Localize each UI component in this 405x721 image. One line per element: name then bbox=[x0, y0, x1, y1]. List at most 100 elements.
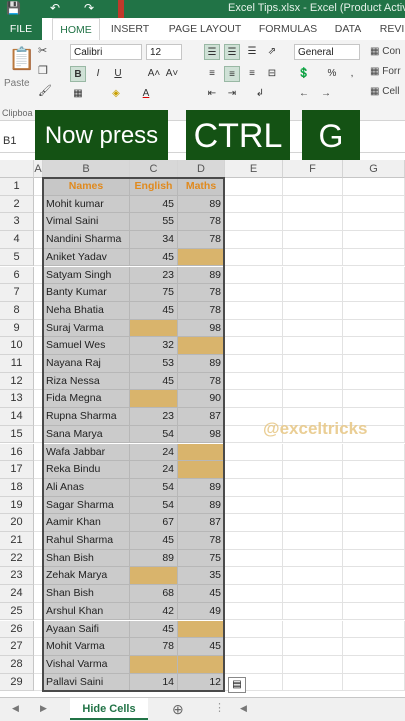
cell-english[interactable]: 32 bbox=[130, 337, 178, 355]
cell-name[interactable]: Sagar Sharma bbox=[43, 496, 130, 515]
font-color-icon[interactable]: A bbox=[138, 86, 154, 102]
row-header[interactable]: 11 bbox=[0, 355, 34, 373]
cell-name[interactable]: Suraj Varma bbox=[43, 319, 130, 338]
cell-col-a[interactable] bbox=[34, 620, 43, 639]
cell-name[interactable]: Nayana Raj bbox=[43, 355, 130, 373]
cell-blank[interactable] bbox=[283, 178, 343, 196]
tab-insert[interactable]: INSERT bbox=[104, 18, 156, 40]
cell-name[interactable]: Fida Megna bbox=[43, 390, 130, 409]
cell-blank[interactable] bbox=[343, 514, 405, 532]
row-header[interactable]: 4 bbox=[0, 231, 34, 249]
cell-blank[interactable] bbox=[283, 443, 343, 462]
decrease-indent-icon[interactable]: ⇤ bbox=[204, 86, 220, 102]
row-header[interactable]: 24 bbox=[0, 585, 34, 603]
cell-blank[interactable] bbox=[343, 532, 405, 550]
grow-font-icon[interactable]: A˄ bbox=[146, 66, 162, 82]
cell-blank[interactable] bbox=[343, 213, 405, 232]
cell-col-a[interactable] bbox=[34, 231, 43, 249]
cell-name[interactable]: Aniket Yadav bbox=[43, 248, 130, 267]
cell-blank[interactable] bbox=[225, 549, 283, 568]
next-sheet-icon[interactable]: ▶ bbox=[40, 703, 47, 714]
cell-name[interactable]: Satyam Singh bbox=[43, 266, 130, 285]
cut-icon[interactable]: ✂ bbox=[38, 44, 47, 57]
cell-col-a[interactable] bbox=[34, 319, 43, 338]
cell-english[interactable]: 24 bbox=[130, 443, 178, 462]
cell-blank[interactable] bbox=[283, 231, 343, 249]
cell-english[interactable] bbox=[130, 567, 178, 586]
cell-blank[interactable] bbox=[343, 390, 405, 409]
cell-blank[interactable] bbox=[283, 390, 343, 409]
copy-icon[interactable]: ❐ bbox=[38, 64, 48, 77]
cell-blank[interactable] bbox=[283, 248, 343, 267]
cell-maths[interactable]: 78 bbox=[178, 213, 225, 232]
cell-name[interactable]: Rahul Sharma bbox=[43, 532, 130, 550]
cell-blank[interactable] bbox=[343, 461, 405, 479]
cell-blank[interactable] bbox=[283, 478, 343, 497]
cell-blank[interactable] bbox=[343, 602, 405, 621]
cell-blank[interactable] bbox=[283, 319, 343, 338]
increase-indent-icon[interactable]: ⇥ bbox=[224, 86, 240, 102]
cell-blank[interactable] bbox=[283, 195, 343, 214]
cell-blank[interactable] bbox=[343, 319, 405, 338]
cell-name[interactable]: Banty Kumar bbox=[43, 284, 130, 302]
cell-english[interactable]: 14 bbox=[130, 673, 178, 692]
cell-maths[interactable]: 78 bbox=[178, 532, 225, 550]
cell-maths[interactable] bbox=[178, 248, 225, 267]
cell-blank[interactable] bbox=[343, 585, 405, 603]
cell-maths[interactable]: 49 bbox=[178, 602, 225, 621]
select-all-corner[interactable] bbox=[0, 160, 34, 178]
cell-english[interactable]: 54 bbox=[130, 478, 178, 497]
cell-col-a[interactable] bbox=[34, 602, 43, 621]
cell-blank[interactable] bbox=[225, 284, 283, 302]
cell-maths[interactable]: 87 bbox=[178, 514, 225, 532]
column-header-b[interactable]: B bbox=[43, 160, 130, 178]
cell-blank[interactable] bbox=[343, 355, 405, 373]
cell-name[interactable]: Arshul Khan bbox=[43, 602, 130, 621]
cell-blank[interactable] bbox=[225, 655, 283, 674]
cell-name[interactable]: Zehak Marya bbox=[43, 567, 130, 586]
cell-blank[interactable] bbox=[225, 602, 283, 621]
cell-english[interactable]: 42 bbox=[130, 602, 178, 621]
cell-english[interactable]: 45 bbox=[130, 195, 178, 214]
tab-formulas[interactable]: FORMULAS bbox=[252, 18, 324, 40]
cell-english[interactable]: 45 bbox=[130, 372, 178, 391]
align-top-icon[interactable]: ☰ bbox=[204, 44, 220, 60]
cell-blank[interactable] bbox=[343, 496, 405, 515]
cell-maths[interactable] bbox=[178, 443, 225, 462]
cell-name[interactable]: Nandini Sharma bbox=[43, 231, 130, 249]
cell-col-a[interactable] bbox=[34, 425, 43, 444]
cell-col-a[interactable] bbox=[34, 673, 43, 692]
align-left-icon[interactable]: ≡ bbox=[204, 66, 220, 82]
cell-maths[interactable]: 89 bbox=[178, 496, 225, 515]
cell-col-a[interactable] bbox=[34, 284, 43, 302]
cell-blank[interactable] bbox=[225, 266, 283, 285]
row-header-1[interactable]: 1 bbox=[0, 178, 34, 196]
cell-col-a[interactable] bbox=[34, 408, 43, 426]
cell-blank[interactable] bbox=[283, 549, 343, 568]
row-header[interactable]: 10 bbox=[0, 337, 34, 355]
cell-blank[interactable] bbox=[225, 567, 283, 586]
cell-blank[interactable] bbox=[283, 620, 343, 639]
cell-maths[interactable] bbox=[178, 461, 225, 479]
format-painter-icon[interactable]: 🖌 bbox=[38, 84, 52, 97]
fill-color-icon[interactable]: ◈ bbox=[108, 86, 124, 102]
cell-name[interactable]: Rupna Sharma bbox=[43, 408, 130, 426]
cell-name[interactable]: Mohit Varma bbox=[43, 638, 130, 656]
cell-blank[interactable] bbox=[283, 266, 343, 285]
cell-blank[interactable] bbox=[283, 461, 343, 479]
cell-blank[interactable] bbox=[225, 301, 283, 320]
row-header[interactable]: 18 bbox=[0, 478, 34, 497]
font-size-select[interactable]: 12 bbox=[146, 44, 182, 60]
cell-maths[interactable] bbox=[178, 620, 225, 639]
tab-file[interactable]: FILE bbox=[0, 18, 42, 40]
cell-blank[interactable] bbox=[225, 496, 283, 515]
cell-english[interactable]: 54 bbox=[130, 425, 178, 444]
format-as-table-button[interactable]: ▦ Forr bbox=[370, 66, 401, 77]
row-header[interactable]: 26 bbox=[0, 620, 34, 639]
cell-blank[interactable] bbox=[283, 301, 343, 320]
cell-a1[interactable] bbox=[34, 178, 43, 196]
cell-english[interactable]: 34 bbox=[130, 231, 178, 249]
align-center-icon[interactable]: ≡ bbox=[224, 66, 240, 82]
cell-maths[interactable]: 78 bbox=[178, 284, 225, 302]
shrink-font-icon[interactable]: A˅ bbox=[164, 66, 180, 82]
